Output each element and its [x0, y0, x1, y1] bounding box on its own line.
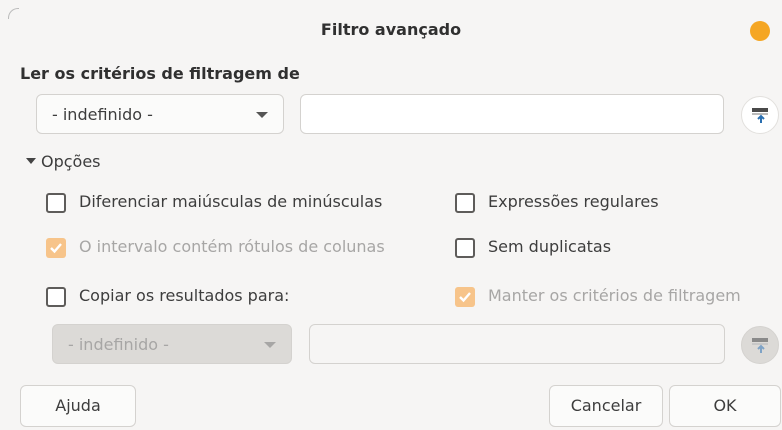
options-label: Opções [41, 152, 101, 171]
expander-triangle-icon [26, 157, 36, 164]
shrink-dialog-icon [752, 108, 768, 123]
chevron-down-icon [256, 112, 268, 118]
no-duplicates-checkbox[interactable] [455, 238, 475, 258]
shrink-dialog-icon [752, 338, 768, 353]
window-corner [8, 8, 19, 19]
copy-range-input[interactable] [309, 324, 725, 364]
header-labels-label: O intervalo contém rótulos de colunas [79, 237, 385, 256]
help-button[interactable]: Ajuda [20, 385, 136, 427]
cancel-button[interactable]: Cancelar [549, 385, 663, 427]
criteria-range-input[interactable] [300, 94, 724, 134]
copy-target-dropdown[interactable]: - indefinido - [52, 324, 292, 364]
copy-results-label: Copiar os resultados para: [79, 286, 290, 305]
criteria-source-value: - indefinido - [52, 105, 153, 124]
window-control-dot-icon[interactable] [750, 21, 770, 41]
options-expander[interactable]: Opções [26, 152, 101, 171]
no-duplicates-label: Sem duplicatas [488, 237, 612, 256]
case-sensitive-checkbox[interactable] [46, 193, 66, 213]
criteria-label: Ler os critérios de filtragem de [20, 64, 300, 83]
keep-criteria-label: Manter os critérios de filtragem [488, 286, 741, 305]
checkmark-icon [50, 243, 62, 254]
checkmark-icon [459, 292, 471, 303]
regex-label: Expressões regulares [488, 192, 659, 211]
title-bar: Filtro avançado [0, 0, 782, 60]
chevron-down-icon [264, 342, 276, 348]
criteria-shrink-button[interactable] [741, 96, 779, 134]
copy-shrink-button[interactable] [741, 326, 779, 364]
criteria-source-dropdown[interactable]: - indefinido - [36, 94, 284, 134]
ok-button[interactable]: OK [669, 385, 781, 427]
header-labels-checkbox[interactable] [46, 238, 66, 258]
case-sensitive-label: Diferenciar maiúsculas de minúsculas [79, 192, 383, 211]
regex-checkbox[interactable] [455, 193, 475, 213]
dialog-title: Filtro avançado [320, 20, 462, 39]
copy-results-checkbox[interactable] [46, 287, 66, 307]
keep-criteria-checkbox[interactable] [455, 287, 475, 307]
copy-target-value: - indefinido - [68, 335, 169, 354]
